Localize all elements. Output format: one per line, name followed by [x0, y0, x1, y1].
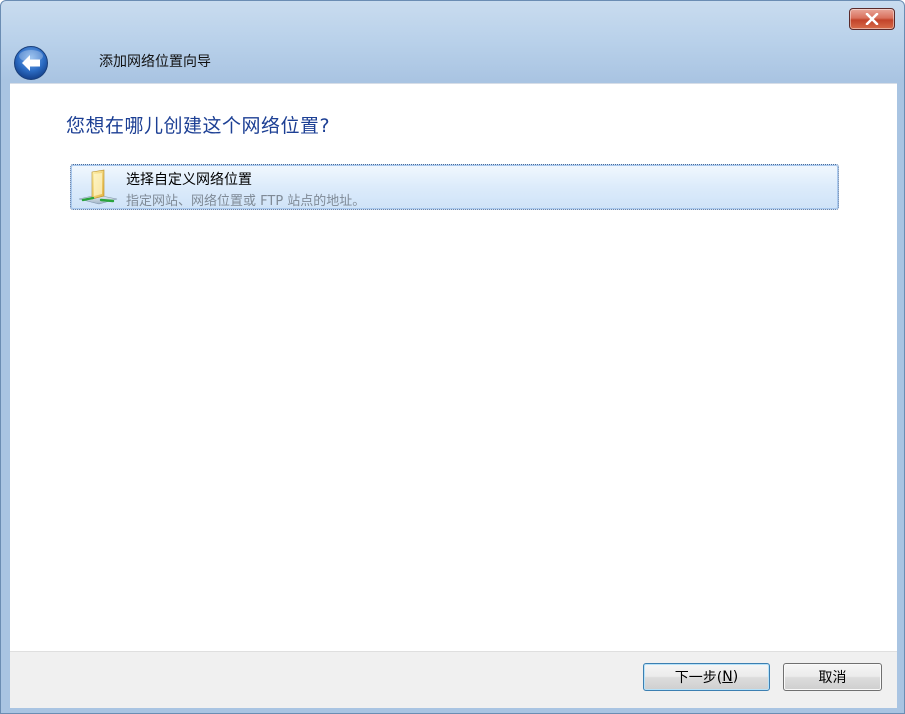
cancel-button[interactable]: 取消: [783, 663, 882, 691]
wizard-window: 添加网络位置向导 您想在哪儿创建这个网络位置? 选择自定义网络位置 指定网站、网…: [0, 0, 905, 714]
next-button[interactable]: 下一步(N): [643, 663, 770, 691]
wizard-content: 您想在哪儿创建这个网络位置? 选择自定义网络位置 指定网站、网络位置或 FTP …: [10, 83, 897, 652]
wizard-title: 添加网络位置向导: [99, 54, 211, 70]
close-button[interactable]: [849, 8, 895, 30]
next-button-label-prefix: 下一步(: [674, 670, 723, 686]
title-bar: [1, 1, 904, 37]
option-custom-network-location[interactable]: 选择自定义网络位置 指定网站、网络位置或 FTP 站点的地址。: [70, 164, 839, 210]
back-button[interactable]: [13, 45, 49, 81]
next-button-accelerator: N: [722, 669, 733, 685]
close-icon: [865, 13, 879, 25]
option-title: 选择自定义网络位置: [126, 172, 252, 188]
wizard-footer: 下一步(N) 取消: [10, 651, 897, 708]
page-heading: 您想在哪儿创建这个网络位置?: [66, 115, 331, 137]
window-bottom-frame: [1, 707, 904, 713]
back-arrow-icon: [14, 46, 48, 80]
cancel-button-label: 取消: [818, 670, 847, 686]
network-folder-icon: [78, 169, 118, 205]
wizard-nav-bar: 添加网络位置向导: [1, 37, 904, 83]
option-description: 指定网站、网络位置或 FTP 站点的地址。: [126, 194, 366, 209]
next-button-label-suffix: ): [732, 669, 739, 685]
